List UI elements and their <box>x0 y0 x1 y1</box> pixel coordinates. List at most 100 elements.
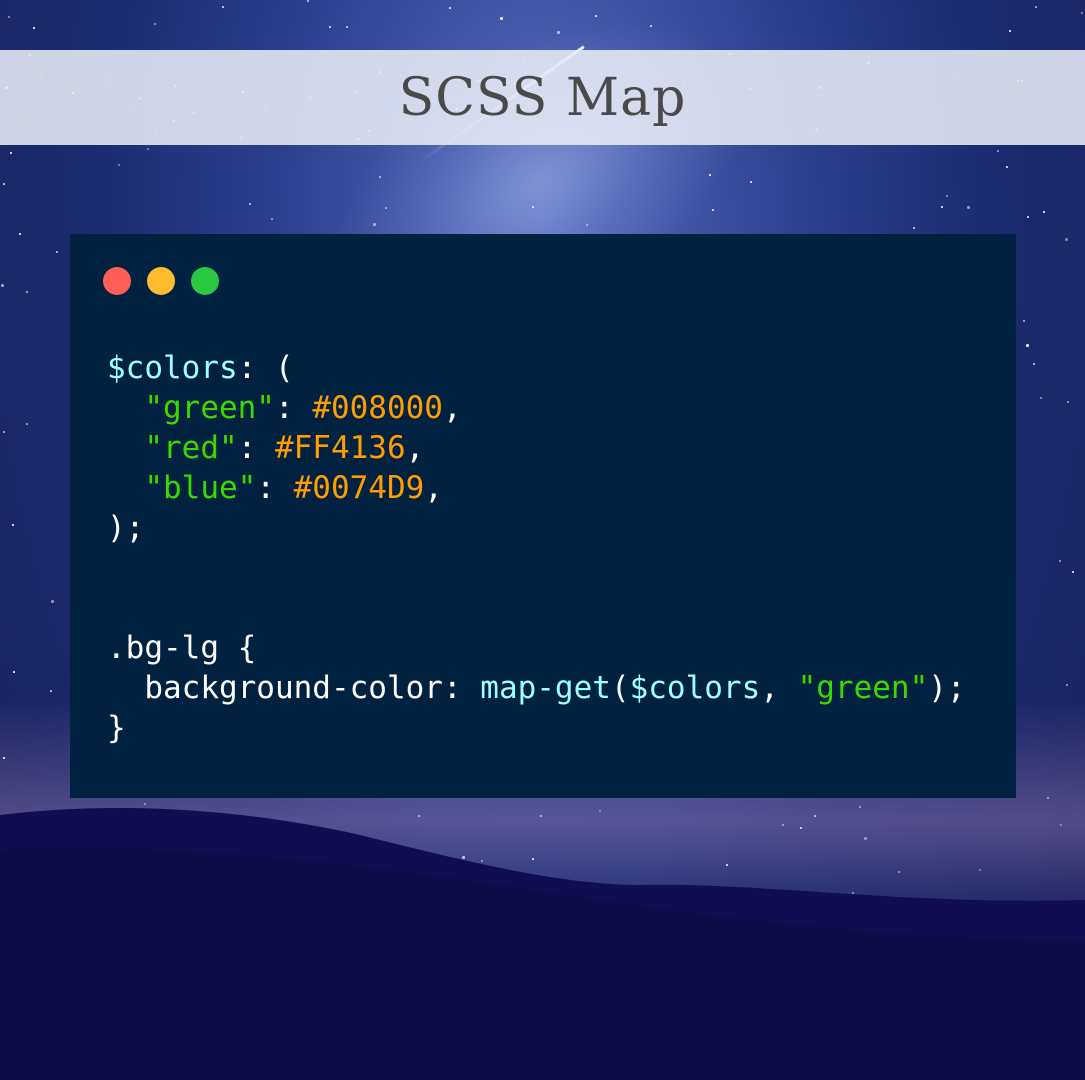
code-line: "green": #008000, <box>107 388 966 428</box>
star <box>19 233 21 235</box>
star <box>750 181 752 183</box>
code-token: ); <box>107 510 145 546</box>
star <box>1027 216 1029 218</box>
star <box>1 284 4 287</box>
star <box>329 26 331 28</box>
star <box>307 0 309 2</box>
star <box>1009 30 1011 32</box>
star <box>51 600 54 603</box>
star <box>595 15 597 17</box>
star <box>500 17 503 20</box>
code-token: "red" <box>144 430 238 466</box>
star <box>1065 238 1068 241</box>
title-banner: SCSS Map <box>0 50 1085 145</box>
star <box>1059 560 1061 562</box>
star <box>118 164 120 166</box>
star <box>147 148 149 150</box>
star <box>1033 363 1035 365</box>
code-token: , <box>424 470 443 506</box>
code-token: "green" <box>144 390 275 426</box>
star <box>8 16 10 18</box>
star <box>385 207 387 209</box>
star <box>26 291 28 293</box>
star <box>1081 12 1083 14</box>
code-line: .bg-lg { <box>107 628 966 668</box>
code-token: $colors <box>629 670 761 706</box>
code-line: $colors: ( <box>107 348 966 388</box>
code-line: background-color: map-get($colors, "gree… <box>107 668 966 708</box>
star <box>271 218 273 220</box>
star <box>56 251 58 253</box>
code-token: : ( <box>237 350 294 386</box>
star <box>3 183 5 185</box>
page-title: SCSS Map <box>398 67 687 128</box>
star <box>1040 397 1042 399</box>
code-token: background-color: <box>107 670 481 706</box>
code-token: : <box>237 430 275 466</box>
star <box>997 150 999 152</box>
star <box>1035 6 1037 8</box>
code-token: .bg-lg { <box>107 630 257 666</box>
star <box>379 176 381 178</box>
minimize-dot-icon <box>147 267 175 295</box>
star <box>1026 344 1029 347</box>
star <box>3 431 5 433</box>
code-line: "red": #FF4136, <box>107 428 966 468</box>
star <box>946 195 948 197</box>
star <box>941 206 943 208</box>
code-line: } <box>107 708 966 748</box>
code-line: ); <box>107 508 966 548</box>
code-line: "blue": #0074D9, <box>107 468 966 508</box>
star <box>10 152 12 154</box>
code-token: ( <box>610 670 630 706</box>
star <box>1023 320 1025 322</box>
star <box>709 174 711 176</box>
star <box>586 224 588 226</box>
code-token: : <box>274 390 313 426</box>
code-token: "green" <box>797 670 929 706</box>
star <box>1067 401 1069 403</box>
code-token: , <box>405 430 425 466</box>
code-token: } <box>107 710 126 746</box>
code-token: #0074D9 <box>293 470 425 506</box>
star <box>373 223 376 226</box>
star <box>1072 571 1074 573</box>
code-token: #FF4136 <box>274 430 406 466</box>
star <box>1066 684 1068 686</box>
star <box>967 206 970 209</box>
code-token: ); <box>928 670 966 706</box>
star <box>50 690 52 692</box>
star <box>1043 211 1045 213</box>
code-token: $colors <box>107 350 238 386</box>
star <box>650 25 652 27</box>
code-token: , <box>442 390 462 426</box>
star <box>154 23 156 25</box>
star <box>532 206 534 208</box>
close-dot-icon <box>103 267 131 295</box>
star <box>12 524 14 526</box>
star <box>913 227 915 229</box>
code-token: : <box>256 470 294 506</box>
star <box>222 6 224 8</box>
star <box>13 671 15 673</box>
star <box>712 209 714 211</box>
maximize-dot-icon <box>191 267 219 295</box>
star <box>557 31 560 34</box>
star <box>33 27 35 29</box>
star <box>249 203 251 205</box>
star <box>26 423 28 425</box>
star <box>449 7 451 9</box>
mountain-silhouette <box>0 807 1085 1080</box>
code-token: , <box>760 670 798 706</box>
star <box>346 26 348 28</box>
code-token: #008000 <box>312 390 443 426</box>
code-block: $colors: ( "green": #008000, "red": #FF4… <box>107 348 966 748</box>
code-token: map-get <box>480 670 611 706</box>
star <box>1006 166 1008 168</box>
code-token: "blue" <box>144 470 257 506</box>
